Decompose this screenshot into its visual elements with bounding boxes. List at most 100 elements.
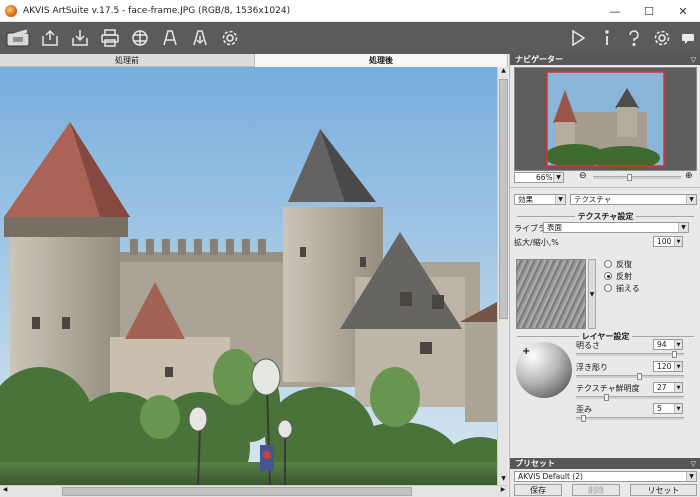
app-logo-icon <box>5 4 17 17</box>
mode-mirror-radio[interactable] <box>604 272 612 280</box>
mode-tile-radio[interactable] <box>604 260 612 268</box>
clarity-value: 27 <box>657 383 667 392</box>
zoom-slider[interactable] <box>593 174 681 181</box>
share-icon[interactable] <box>128 26 152 50</box>
chevron-down-icon: ▼ <box>678 223 688 232</box>
texture-picker-arrow-icon[interactable]: ▼ <box>588 259 596 329</box>
batch-icon[interactable] <box>158 26 182 50</box>
scroll-down-icon[interactable]: ▼ <box>499 475 508 485</box>
mode-align-label: 揃える <box>616 284 640 293</box>
zoom-value: 66% <box>536 173 553 182</box>
scroll-up-icon[interactable]: ▲ <box>499 67 508 77</box>
save-icon[interactable] <box>68 26 92 50</box>
brightness-slider[interactable] <box>576 351 684 358</box>
brightness-input[interactable]: 94 ▼ <box>653 339 683 350</box>
relief-slider[interactable] <box>576 373 684 380</box>
mode-align-radio[interactable] <box>604 284 612 292</box>
zoom-select[interactable]: 66% ▼ <box>514 172 564 183</box>
chevron-down-icon: ▼ <box>686 472 696 481</box>
zoom-slider-thumb[interactable] <box>627 174 632 181</box>
chevron-down-icon: ▼ <box>555 195 565 204</box>
distortion-slider[interactable] <box>576 415 684 422</box>
distortion-value: 5 <box>657 404 662 413</box>
vertical-scrollbar[interactable]: ▲ ▼ <box>497 67 508 485</box>
texture-settings-title: テクスチャ設定 <box>514 211 697 221</box>
artsuite-logo-icon[interactable] <box>4 26 34 50</box>
relief-value: 120 <box>657 362 672 371</box>
run-icon[interactable] <box>566 26 590 50</box>
title-bar: AKVIS ArtSuite v.17.5 - face-frame.JPG (… <box>0 0 700 22</box>
chevron-down-icon: ▼ <box>686 195 696 204</box>
preferences-gear-icon[interactable] <box>650 26 674 50</box>
divider <box>510 187 700 188</box>
view-tabs: 処理前 処理後 <box>0 54 508 67</box>
horizontal-scrollbar[interactable]: ◀ ▶ <box>0 485 508 497</box>
image-canvas[interactable] <box>0 67 497 485</box>
reset-preset-button[interactable]: リセット <box>630 484 697 496</box>
effect-label: 効果 <box>518 195 533 204</box>
distortion-slider-thumb[interactable] <box>581 415 586 422</box>
chevron-down-icon: ▼ <box>553 173 563 182</box>
effect-select[interactable]: 効果 ▼ <box>514 194 566 205</box>
collapse-chevron-icon[interactable]: ▽ <box>691 460 696 468</box>
brightness-label: 明るさ <box>576 341 600 350</box>
chevron-down-icon: ▼ <box>674 362 682 371</box>
preset-select[interactable]: AKVIS Default (2) ▼ <box>514 471 697 482</box>
clarity-slider-thumb[interactable] <box>604 394 609 401</box>
collapse-chevron-icon[interactable]: ▽ <box>691 56 696 64</box>
relief-input[interactable]: 120 ▼ <box>653 361 683 372</box>
export-icon[interactable] <box>188 26 212 50</box>
zoom-out-icon[interactable]: ⊖ <box>579 171 587 181</box>
scale-value: 100 <box>657 237 672 246</box>
library-select[interactable]: 表面 ▼ <box>543 222 689 233</box>
light-source-crosshair-icon[interactable]: + <box>522 346 530 357</box>
delete-preset-button[interactable]: 削除 <box>572 484 620 496</box>
close-button[interactable]: ✕ <box>666 0 700 22</box>
window-title: AKVIS ArtSuite v.17.5 - face-frame.JPG (… <box>23 5 291 16</box>
tab-after[interactable]: 処理後 <box>255 54 508 67</box>
mode-mirror-label: 反射 <box>616 272 632 281</box>
settings-gear-icon[interactable] <box>218 26 242 50</box>
chevron-down-icon: ▼ <box>674 340 682 349</box>
chevron-down-icon: ▼ <box>674 237 682 246</box>
toolbar <box>0 22 700 54</box>
preset-value: AKVIS Default (2) <box>518 472 583 481</box>
scroll-left-icon[interactable]: ◀ <box>0 486 10 497</box>
minimize-button[interactable]: — <box>598 0 632 22</box>
scale-label: 拡大/縮小,% <box>514 238 559 247</box>
light-direction-sphere[interactable]: + <box>516 342 572 398</box>
settings-panel: ナビゲーター ▽ 66% ▼ ⊖ ⊕ 効果 ▼ テクスチャ ▼ テクスチャ設定 … <box>509 54 700 497</box>
brightness-value: 94 <box>657 340 667 349</box>
navigator-preview[interactable] <box>514 67 697 171</box>
distortion-label: 歪み <box>576 405 592 414</box>
zoom-in-icon[interactable]: ⊕ <box>685 171 693 181</box>
clarity-input[interactable]: 27 ▼ <box>653 382 683 393</box>
horizontal-scroll-thumb[interactable] <box>62 487 412 496</box>
print-icon[interactable] <box>98 26 122 50</box>
vertical-scroll-thumb[interactable] <box>499 79 508 319</box>
relief-slider-thumb[interactable] <box>637 373 642 380</box>
effect-type-select[interactable]: テクスチャ ▼ <box>570 194 697 205</box>
chat-icon[interactable] <box>676 26 700 50</box>
brightness-slider-thumb[interactable] <box>672 351 677 358</box>
chevron-down-icon: ▼ <box>674 383 682 392</box>
presets-title: プリセット <box>515 459 555 468</box>
tab-before[interactable]: 処理前 <box>0 54 255 67</box>
help-icon[interactable] <box>622 26 646 50</box>
clarity-slider[interactable] <box>576 394 684 401</box>
distortion-input[interactable]: 5 ▼ <box>653 403 683 414</box>
texture-thumbnail[interactable] <box>516 259 586 329</box>
navigator-header: ナビゲーター ▽ <box>510 54 700 65</box>
relief-label: 浮き彫り <box>576 363 608 372</box>
chevron-down-icon: ▼ <box>674 404 682 413</box>
maximize-button[interactable]: ☐ <box>632 0 666 22</box>
library-value: 表面 <box>547 223 562 232</box>
scroll-right-icon[interactable]: ▶ <box>498 486 508 497</box>
presets-header: プリセット ▽ <box>510 458 700 469</box>
info-icon[interactable] <box>595 26 619 50</box>
open-icon[interactable] <box>38 26 62 50</box>
save-preset-button[interactable]: 保存 <box>514 484 562 496</box>
scale-input[interactable]: 100 ▼ <box>653 236 683 247</box>
mode-tile-label: 反復 <box>616 260 632 269</box>
navigator-title: ナビゲーター <box>515 55 563 64</box>
